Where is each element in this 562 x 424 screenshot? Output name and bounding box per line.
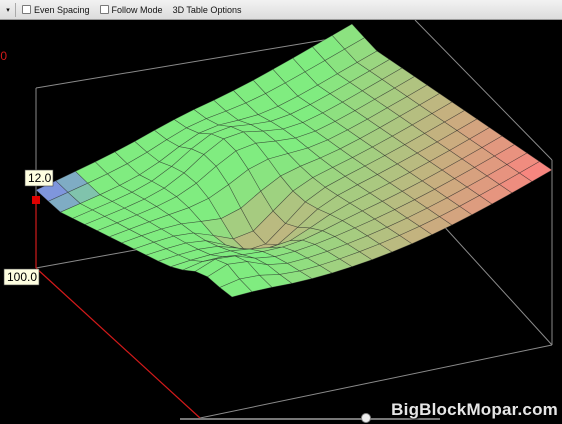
table-options-label: 3D Table Options	[172, 4, 242, 15]
chevron-down-icon: ▾	[6, 6, 10, 14]
even-spacing-toggle[interactable]: Even Spacing	[22, 5, 90, 15]
follow-mode-toggle[interactable]: Follow Mode	[99, 4, 163, 15]
axis-value-label: 100.0	[7, 270, 37, 284]
follow-mode-label: Follow Mode	[111, 4, 163, 15]
surface-plot[interactable]: .0 12.0 100.0	[0, 20, 562, 424]
marker-value-label: 12.0	[28, 171, 52, 185]
top-left-value-label: .0	[0, 49, 7, 63]
view-dropdown[interactable]: ▾	[1, 2, 16, 17]
slider-handle[interactable]	[361, 413, 371, 423]
toolbar: ▾ Even Spacing Follow Mode 3D Table Opti…	[0, 0, 562, 20]
watermark: BigBlockMopar.com	[391, 400, 558, 419]
cursor-marker[interactable]	[32, 196, 40, 204]
even-spacing-checkbox[interactable]	[22, 5, 31, 14]
marker-value-badge: 12.0	[24, 169, 54, 187]
table-3d-window: ▾ Even Spacing Follow Mode 3D Table Opti…	[0, 0, 562, 424]
axis-value-badge: 100.0	[3, 268, 40, 286]
follow-mode-checkbox[interactable]	[99, 5, 109, 14]
table-options-button[interactable]: 3D Table Options	[173, 5, 242, 15]
even-spacing-label: Even Spacing	[34, 4, 90, 15]
